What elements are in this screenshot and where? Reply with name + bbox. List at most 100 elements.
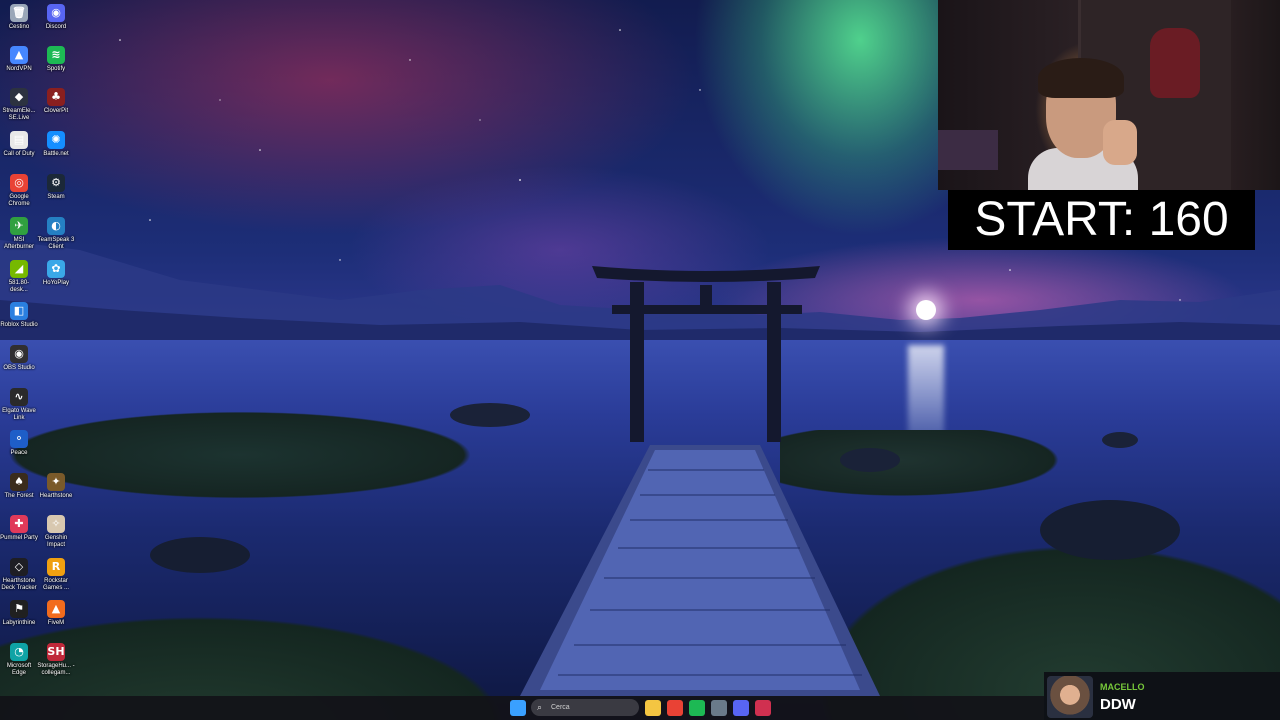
desktop-icon-chrome[interactable]: ◎ Google Chrome bbox=[0, 174, 38, 208]
taskbar-search-placeholder: Cerca bbox=[551, 704, 570, 711]
desktop-icon-edge[interactable]: ◔ Microsoft Edge bbox=[0, 643, 38, 677]
desktop-icon-label: Pummel Party bbox=[0, 535, 38, 541]
desktop-icon-cloverpit[interactable]: ♣ CloverPit bbox=[37, 88, 75, 115]
windows-start-icon[interactable] bbox=[510, 700, 526, 716]
desktop-icon-labyrinthine[interactable]: ⚑ Labyrinthine bbox=[0, 600, 38, 627]
desktop-icon-label: Discord bbox=[45, 24, 67, 30]
desktop-icon-spotify[interactable]: ≋ Spotify bbox=[37, 46, 75, 73]
steam-icon: ⚙ bbox=[47, 174, 65, 192]
desktop-icon-genshin[interactable]: ✧ Genshin Impact bbox=[37, 515, 75, 549]
spotify-icon: ≋ bbox=[47, 46, 65, 64]
desktop-icon-label: Cestino bbox=[8, 24, 30, 30]
taskbar-search-box[interactable]: ⌕ Cerca bbox=[531, 699, 639, 716]
desktop-icon-label: Call of Duty bbox=[3, 151, 35, 157]
desktop-icon-label: Peace bbox=[10, 450, 28, 456]
desktop-icon-elgato-wave[interactable]: ∿ Elgato Wave Link bbox=[0, 388, 38, 422]
cloverpit-icon: ♣ bbox=[47, 88, 65, 106]
desktop-icon-fivem[interactable]: ▲ FiveM bbox=[37, 600, 75, 627]
search-icon: ⌕ bbox=[537, 702, 543, 712]
start-counter-label: START: 160 bbox=[948, 190, 1255, 250]
nordvpn-icon: ▲ bbox=[10, 46, 28, 64]
discord-taskbar-icon[interactable] bbox=[733, 700, 749, 716]
recycle-bin-icon: 🗑 bbox=[10, 4, 28, 22]
genshin-icon: ✧ bbox=[47, 515, 65, 533]
desktop-icon-roblox-studio[interactable]: ◧ Roblox Studio bbox=[0, 302, 38, 329]
labyrinthine-icon: ⚑ bbox=[10, 600, 28, 618]
desktop-icon-label: MSI Afterburner bbox=[3, 237, 34, 250]
desktop-icon-msi-afterburner[interactable]: ✈ MSI Afterburner bbox=[0, 217, 38, 251]
obs-icon: ◉ bbox=[10, 345, 28, 363]
desktop-icon-label: Rockstar Games ... bbox=[42, 578, 69, 591]
chrome-taskbar-icon[interactable] bbox=[667, 700, 683, 716]
desktop-icon-discord[interactable]: ◉ Discord bbox=[37, 4, 75, 31]
desktop-icon-label: Roblox Studio bbox=[0, 322, 38, 328]
storagehub-icon: SH bbox=[47, 643, 65, 661]
chrome-icon: ◎ bbox=[10, 174, 28, 192]
desktop-icon-label: Hearthstone bbox=[39, 493, 73, 499]
chat-avatar bbox=[1047, 676, 1093, 718]
the-forest-icon: ♠ bbox=[10, 473, 28, 491]
desktop-icon-label: Genshin Impact bbox=[44, 535, 68, 548]
elgato-wave-icon: ∿ bbox=[10, 388, 28, 406]
desktop-icon-label: Google Chrome bbox=[8, 194, 30, 207]
desktop-icon-label: Microsoft Edge bbox=[6, 663, 32, 676]
desktop-icon-pummel-party[interactable]: ✚ Pummel Party bbox=[0, 515, 38, 542]
desktop-icon-deck-tracker[interactable]: ◇ Hearthstone Deck Tracker bbox=[0, 558, 38, 592]
desktop-icon-streamelements[interactable]: ◆ StreamEle... SE.Live bbox=[0, 88, 38, 122]
desktop-icon-label: NordVPN bbox=[6, 66, 32, 72]
teamspeak-icon: ◐ bbox=[47, 217, 65, 235]
steam-taskbar-icon[interactable] bbox=[711, 700, 727, 716]
desktop-icon-call-of-duty[interactable]: ▤ Call of Duty bbox=[0, 131, 38, 158]
desktop-icon-recycle-bin[interactable]: 🗑 Cestino bbox=[0, 4, 38, 31]
discord-icon: ◉ bbox=[47, 4, 65, 22]
battlenet-icon: ✺ bbox=[47, 131, 65, 149]
desktop-icon-obs[interactable]: ◉ OBS Studio bbox=[0, 345, 38, 372]
deck-tracker-icon: ◇ bbox=[10, 558, 28, 576]
chat-username: MACELLO bbox=[1100, 682, 1145, 692]
desktop-icon-label: StorageHu... - collegam... bbox=[37, 663, 75, 676]
call-of-duty-icon: ▤ bbox=[10, 131, 28, 149]
desktop-icon-peace[interactable]: ⚬ Peace bbox=[0, 430, 38, 457]
spotify-taskbar-icon[interactable] bbox=[689, 700, 705, 716]
streamelements-icon: ◆ bbox=[10, 88, 28, 106]
desktop-icon-label: The Forest bbox=[4, 493, 34, 499]
desktop-icon-battlenet[interactable]: ✺ Battle.net bbox=[37, 131, 75, 158]
desktop-icon-label: Hearthstone Deck Tracker bbox=[1, 578, 37, 591]
desktop-icon-label: Spotify bbox=[46, 66, 66, 72]
desktop-icon-label: Steam bbox=[47, 194, 65, 200]
nvidia-icon: ◢ bbox=[10, 260, 28, 278]
desktop-icon-label: FiveM bbox=[47, 620, 65, 626]
msi-afterburner-icon: ✈ bbox=[10, 217, 28, 235]
desktop-icon-label: StreamEle... SE.Live bbox=[2, 108, 36, 121]
desktop-icon-hoyoplay[interactable]: ✿ HoYoPlay bbox=[37, 260, 75, 287]
webcam-background-lamp bbox=[938, 130, 998, 170]
desktop-icon-rockstar[interactable]: R Rockstar Games ... bbox=[37, 558, 75, 592]
rockstar-icon: R bbox=[47, 558, 65, 576]
chat-message: DDW bbox=[1100, 696, 1136, 713]
desktop-icon-storagehub[interactable]: SH StorageHu... - collegam... bbox=[37, 643, 75, 677]
desktop-icon-the-forest[interactable]: ♠ The Forest bbox=[0, 473, 38, 500]
chat-overlay: MACELLO DDW bbox=[1044, 672, 1280, 720]
desktop-icon-label: Battle.net bbox=[43, 151, 69, 157]
file-explorer-icon[interactable] bbox=[645, 700, 661, 716]
webcam-background-bag bbox=[1150, 28, 1200, 98]
desktop-icon-nordvpn[interactable]: ▲ NordVPN bbox=[0, 46, 38, 73]
desktop-icon-label: Labyrinthine bbox=[2, 620, 36, 626]
desktop-icon-teamspeak[interactable]: ◐ TeamSpeak 3 Client bbox=[37, 217, 75, 251]
roblox-studio-icon: ◧ bbox=[10, 302, 28, 320]
peace-icon: ⚬ bbox=[10, 430, 28, 448]
desktop-icon-steam[interactable]: ⚙ Steam bbox=[37, 174, 75, 201]
webcam-overlay bbox=[938, 0, 1280, 190]
fivem-icon: ▲ bbox=[47, 600, 65, 618]
desktop-icon-label: OBS Studio bbox=[3, 365, 35, 371]
webcam-streamer-hand bbox=[1103, 120, 1137, 165]
webcam-streamer-hair bbox=[1038, 58, 1124, 98]
desktop-icon-hearthstone[interactable]: ✦ Hearthstone bbox=[37, 473, 75, 500]
desktop-icon-label: TeamSpeak 3 Client bbox=[37, 237, 75, 250]
pummel-party-icon: ✚ bbox=[10, 515, 28, 533]
app-taskbar-icon[interactable] bbox=[755, 700, 771, 716]
desktop-icon-nvidia[interactable]: ◢ 581.80-desk... bbox=[0, 260, 38, 294]
desktop-icon-label: 581.80-desk... bbox=[8, 280, 30, 293]
desktop-icon-label: Elgato Wave Link bbox=[2, 408, 36, 421]
desktop-icon-label: CloverPit bbox=[43, 108, 69, 114]
